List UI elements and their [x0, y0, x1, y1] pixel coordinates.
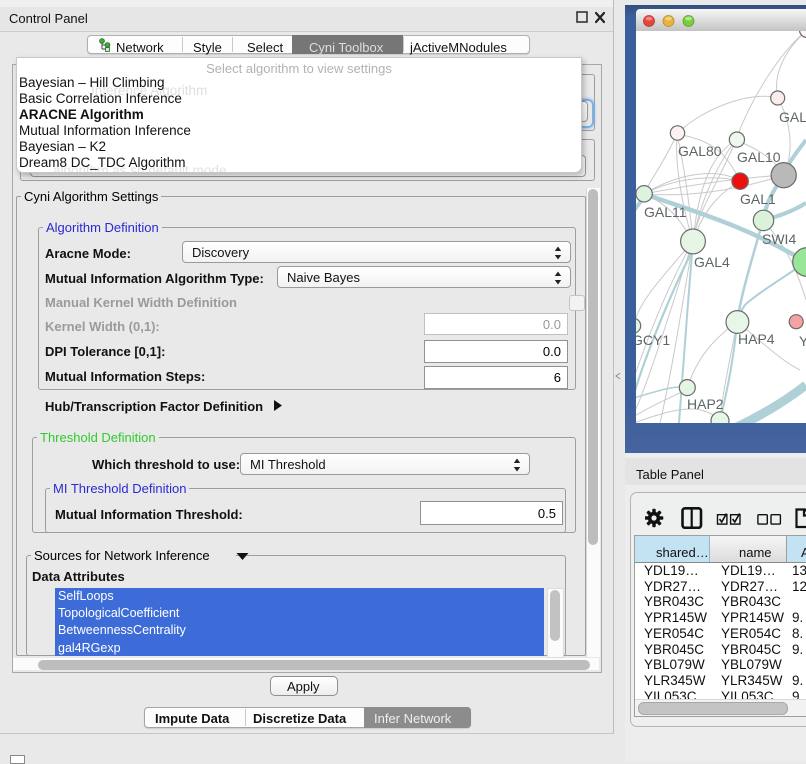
svg-text:GAL: GAL	[779, 109, 806, 125]
svg-text:GAL4: GAL4	[694, 254, 730, 270]
svg-text:GAL11: GAL11	[644, 204, 687, 220]
svg-text:HAP4: HAP4	[738, 331, 775, 347]
svg-text:GAL10: GAL10	[737, 149, 781, 165]
svg-text:GAL1: GAL1	[740, 191, 776, 207]
svg-text:GAL80: GAL80	[678, 143, 722, 159]
svg-text:GCY1: GCY1	[636, 332, 670, 348]
svg-text:SWI4: SWI4	[762, 231, 796, 247]
svg-text:Y: Y	[799, 333, 806, 349]
svg-text:HAP2: HAP2	[687, 396, 724, 412]
